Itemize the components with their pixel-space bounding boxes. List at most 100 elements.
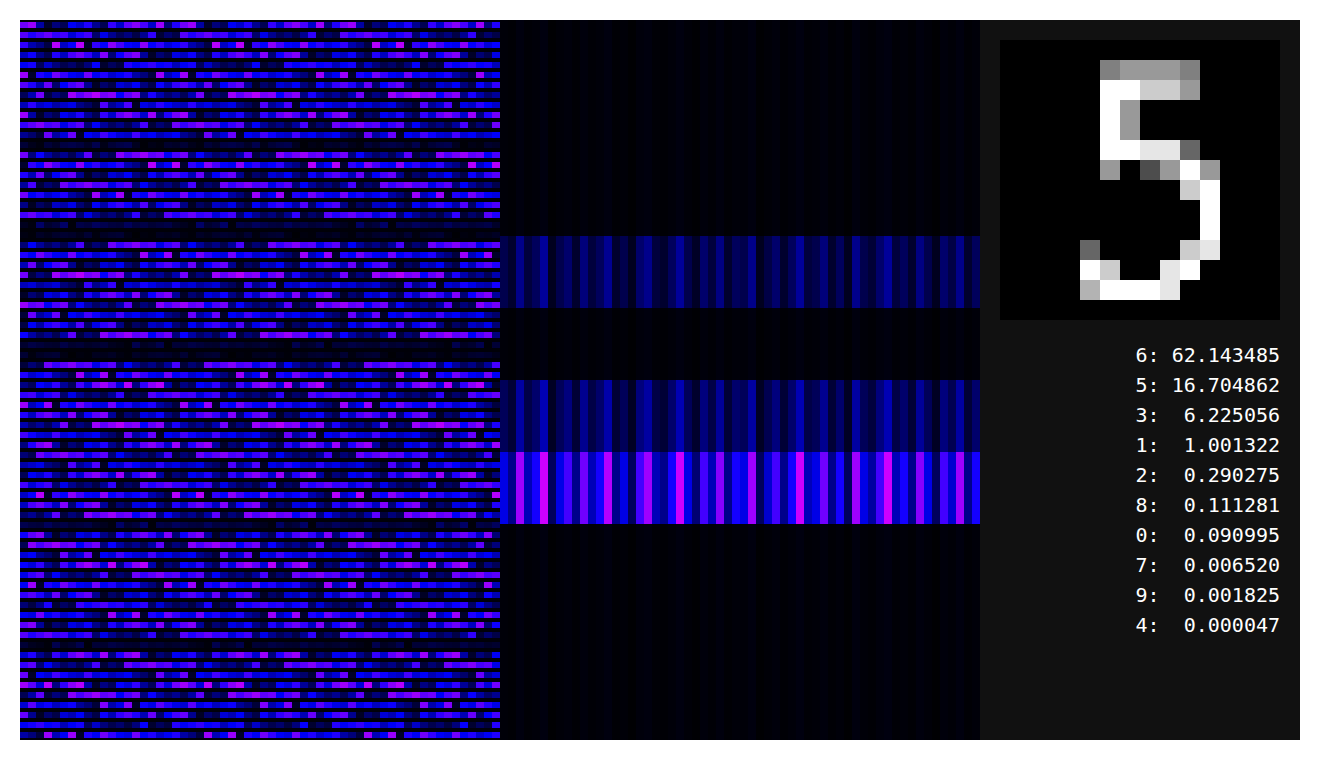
weight-cell: [156, 72, 164, 78]
weight-cell: [148, 192, 156, 198]
weight-cell: [468, 32, 476, 38]
weight-cell: [492, 272, 500, 278]
weight-cell: [276, 332, 284, 338]
weight-strip: [20, 182, 500, 188]
weight-cell: [444, 62, 452, 68]
weight-cell: [76, 62, 84, 68]
weight-cell: [324, 292, 332, 298]
weight-cell: [212, 292, 220, 298]
weight-cell: [444, 292, 452, 298]
weight-cell: [228, 62, 236, 68]
weight-cell: [260, 112, 268, 118]
weight-cell: [412, 142, 420, 148]
weight-cell: [140, 222, 148, 228]
weight-cell: [412, 322, 420, 328]
weight-cell: [236, 312, 244, 318]
weight-cell: [292, 42, 300, 48]
weight-cell: [148, 62, 156, 68]
weight-cell: [84, 62, 92, 68]
weight-cell: [44, 132, 52, 138]
weight-cell: [132, 312, 140, 318]
weight-cell: [164, 22, 172, 28]
weight-cell: [300, 272, 308, 278]
weight-cell: [260, 302, 268, 308]
weight-cell: [388, 212, 396, 218]
weight-cell: [76, 32, 84, 38]
weight-cell: [36, 152, 44, 158]
weight-cell: [436, 122, 444, 128]
weight-cell: [124, 252, 132, 258]
weight-cell: [100, 322, 108, 328]
weight-cell: [36, 322, 44, 328]
weight-cell: [212, 232, 220, 238]
weight-cell: [380, 302, 388, 308]
weight-cell: [212, 42, 220, 48]
weight-row: [20, 180, 500, 190]
weight-cell: [340, 252, 348, 258]
weight-cell: [348, 182, 356, 188]
weight-cell: [276, 262, 284, 268]
weight-row: [20, 40, 500, 50]
weight-cell: [460, 252, 468, 258]
weight-cell: [188, 212, 196, 218]
weight-cell: [268, 62, 276, 68]
weight-cell: [356, 192, 364, 198]
weight-cell: [140, 302, 148, 308]
weight-cell: [316, 182, 324, 188]
weight-cell: [324, 252, 332, 258]
weight-cell: [476, 322, 484, 328]
weight-cell: [28, 222, 36, 228]
weight-cell: [52, 42, 60, 48]
weight-cell: [332, 332, 340, 338]
weight-cell: [236, 322, 244, 328]
weight-cell: [52, 62, 60, 68]
weight-cell: [20, 162, 28, 168]
weight-cell: [76, 102, 84, 108]
weight-cell: [396, 132, 404, 138]
weight-cell: [364, 62, 372, 68]
weight-cell: [204, 322, 212, 328]
weight-cell: [468, 172, 476, 178]
weight-cell: [140, 102, 148, 108]
weight-cell: [348, 282, 356, 288]
weight-cell: [268, 272, 276, 278]
weight-cell: [60, 182, 68, 188]
weight-cell: [84, 42, 92, 48]
weight-cell: [308, 182, 316, 188]
weight-cell: [132, 82, 140, 88]
weight-cell: [124, 302, 132, 308]
weight-cell: [324, 62, 332, 68]
weight-cell: [404, 152, 412, 158]
weight-cell: [116, 62, 124, 68]
weight-cell: [188, 172, 196, 178]
weight-cell: [316, 262, 324, 268]
weight-strip: [20, 22, 500, 28]
weight-cell: [428, 92, 436, 98]
weight-cell: [340, 292, 348, 298]
weight-cell: [444, 142, 452, 148]
weight-cell: [372, 122, 380, 128]
weight-cell: [436, 282, 444, 288]
weight-cell: [52, 342, 60, 348]
weight-cell: [452, 332, 460, 338]
weight-cell: [460, 122, 468, 128]
weight-cell: [260, 202, 268, 208]
weight-strip: [20, 112, 500, 118]
weight-cell: [436, 332, 444, 338]
weight-cell: [404, 32, 412, 38]
weight-cell: [204, 122, 212, 128]
weight-cell: [68, 152, 76, 158]
weight-cell: [204, 222, 212, 228]
weight-cell: [164, 282, 172, 288]
weight-cell: [340, 122, 348, 128]
weight-cell: [348, 232, 356, 238]
weight-cell: [388, 32, 396, 38]
weight-cell: [76, 142, 84, 148]
weight-cell: [76, 42, 84, 48]
weight-cell: [132, 332, 140, 338]
weight-cell: [140, 122, 148, 128]
weight-cell: [468, 302, 476, 308]
weight-cell: [84, 332, 92, 338]
weight-cell: [428, 322, 436, 328]
weight-cell: [108, 72, 116, 78]
